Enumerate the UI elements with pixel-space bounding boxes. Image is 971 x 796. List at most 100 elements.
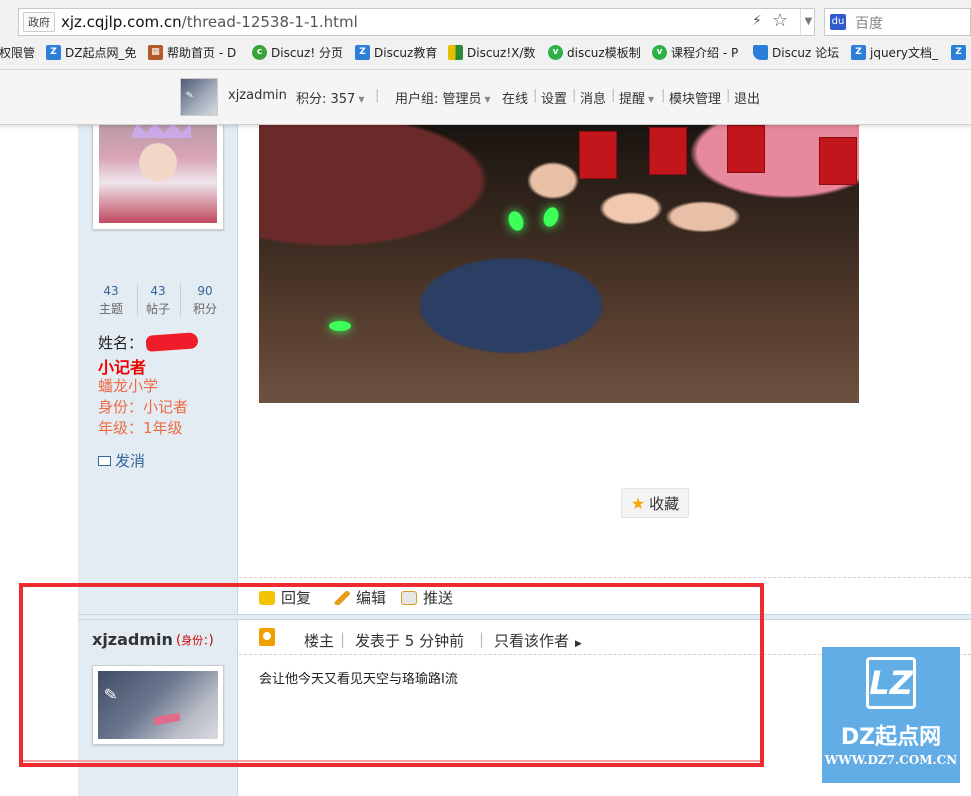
separator: | (611, 88, 616, 103)
settings-link[interactable]: 设置 (541, 88, 567, 107)
address-bar[interactable]: 政府 xjz.cqjlp.com.cn/thread-12538-1-1.htm… (18, 8, 815, 36)
chevron-right-icon: ▶ (575, 639, 582, 649)
post-image[interactable] (259, 125, 859, 403)
bookmark-label: Discuz!X/数 (467, 45, 536, 60)
role-paren: ) (208, 633, 214, 648)
push-button[interactable]: 推送 (401, 587, 453, 608)
logout-link[interactable]: 退出 (734, 88, 760, 107)
bookmark-item[interactable]: Z (951, 42, 970, 62)
stat-posts[interactable]: 43 帖子 (135, 284, 181, 317)
photo-detail (649, 127, 687, 175)
bookmark-label: 权限管 (0, 45, 36, 60)
browser-chrome: 政府 xjz.cqjlp.com.cn/thread-12538-1-1.htm… (0, 0, 971, 70)
only-author-link[interactable]: 只看该作者 ▶ (494, 630, 582, 651)
baidu-icon: du (830, 14, 846, 30)
stat-label: 帖子 (145, 302, 170, 316)
bookmark-item[interactable]: Discuz!X/数 (448, 42, 535, 62)
bookmark-label: Discuz 论坛 (772, 45, 840, 60)
separator: | (479, 630, 485, 648)
stat-value: 90 (197, 284, 213, 298)
post-body: 会让他今天又看见天空与珞瑜路I流 (259, 672, 458, 687)
photo-detail (541, 205, 561, 229)
push-label: 推送 (423, 589, 454, 607)
separator: | (572, 88, 577, 103)
username-link[interactable]: xjzadmin (228, 88, 287, 103)
name-label: 姓名： (98, 334, 144, 352)
pencil-icon (334, 590, 350, 605)
send-message-label: 发消 (115, 452, 146, 470)
points-label: 积分: 357 (296, 92, 356, 107)
bookmark-label: jquery文档_ (870, 45, 938, 60)
post-author-link[interactable]: xjzadmin (92, 630, 173, 649)
online-link[interactable]: 在线 (502, 88, 528, 107)
dz-icon: Z (851, 44, 866, 60)
collect-button[interactable]: ★ 收藏 (621, 488, 689, 518)
mail-icon (98, 455, 111, 466)
bookmark-label: DZ起点网_免 (65, 45, 137, 60)
chevron-down-icon[interactable]: ▼ (800, 9, 816, 35)
star-icon[interactable]: ☆ (772, 11, 792, 31)
bookmark-item[interactable]: 权限管 (0, 42, 35, 62)
stat-threads[interactable]: 43 主题 (88, 284, 134, 317)
avatar-glyph: ✎ (103, 684, 119, 705)
separator: | (726, 88, 731, 103)
url-path: /thread-12538-1-1.html (181, 13, 358, 31)
bookmark-item[interactable]: v discuz模板制 (548, 42, 641, 62)
reply-icon (259, 590, 275, 605)
photo-detail (727, 125, 765, 173)
avatar[interactable]: ✎ (180, 78, 218, 116)
v-icon: v (548, 44, 563, 60)
avatar-photo: ✎ (98, 671, 218, 739)
bookmark-item[interactable]: c Discuz! 分页 (252, 42, 343, 62)
bolt-icon[interactable]: ⚡ (752, 13, 766, 31)
search-box[interactable]: du 百度 (824, 8, 971, 36)
bookmark-label: 课程介绍 - P (671, 45, 739, 60)
url-text[interactable]: xjz.cqjlp.com.cn/thread-12538-1-1.html (61, 11, 358, 33)
author-avatar[interactable] (92, 115, 224, 230)
photo-detail (819, 137, 857, 185)
divider (239, 577, 971, 578)
bookmark-item[interactable]: Z Discuz教育 (355, 42, 437, 62)
usergroup-menu[interactable]: 用户组: 管理员 ▼ (395, 88, 491, 107)
bookmark-item[interactable]: Discuz 论坛 (753, 42, 839, 62)
notifications-label: 提醒 (619, 92, 646, 107)
collect-label: 收藏 (649, 494, 680, 513)
avatar-photo (99, 122, 217, 223)
send-message-link[interactable]: 发消 (98, 450, 145, 471)
reply-button[interactable]: 回复 (259, 587, 311, 608)
brick-icon: ▦ (148, 44, 163, 60)
notifications-menu[interactable]: 提醒 ▼ (619, 88, 654, 107)
user-toolbar: ✎ xjzadmin 积分: 357 ▼ | 用户组: 管理员 ▼ 在线 | 设置 … (0, 70, 971, 125)
avatar-detail (153, 712, 181, 726)
separator: | (340, 630, 346, 648)
stat-points[interactable]: 90 积分 (182, 284, 228, 317)
separator: | (375, 88, 380, 103)
url-host: xjz.cqjlp.com.cn (61, 13, 182, 31)
identity-text: 身份：小记者 (98, 398, 189, 416)
chevron-down-icon: ▼ (484, 95, 491, 104)
author-icon (259, 628, 275, 646)
flag-icon (753, 44, 768, 60)
bookmark-item[interactable]: ▦ 帮助首页 - D (148, 42, 236, 62)
module-admin-link[interactable]: 模块管理 (669, 88, 721, 107)
bookmark-item[interactable]: Z DZ起点网_免 (46, 42, 136, 62)
role-label: 身份： (181, 634, 209, 647)
points-menu[interactable]: 积分: 357 ▼ (296, 88, 364, 107)
stat-value: 43 (103, 284, 119, 298)
author-avatar[interactable]: ✎ (92, 665, 224, 745)
bookmark-item[interactable]: v 课程介绍 - P (652, 42, 738, 62)
post-separator (78, 614, 971, 620)
post-time: 发表于 5 分钟前 (355, 632, 465, 650)
only-author-label: 只看该作者 (494, 632, 570, 650)
watermark-name: DZ起点网 (840, 725, 942, 750)
school-text: 蟠龙小学 (98, 377, 159, 395)
separator: | (661, 88, 666, 103)
messages-link[interactable]: 消息 (580, 88, 606, 107)
forum-page: ✎ xjzadmin 积分: 357 ▼ | 用户组: 管理员 ▼ 在线 | 设置 … (0, 70, 971, 796)
edit-button[interactable]: 编辑 (334, 587, 386, 608)
stat-label: 积分 (192, 302, 217, 316)
bookmark-item[interactable]: Zjquery文档_ (851, 42, 938, 62)
avatar-glyph: ✎ (185, 90, 195, 102)
divider (180, 284, 181, 316)
bookmarks-bar: 权限管 Z DZ起点网_免 ▦ 帮助首页 - D c Discuz! 分页 Z Disc… (0, 40, 971, 64)
